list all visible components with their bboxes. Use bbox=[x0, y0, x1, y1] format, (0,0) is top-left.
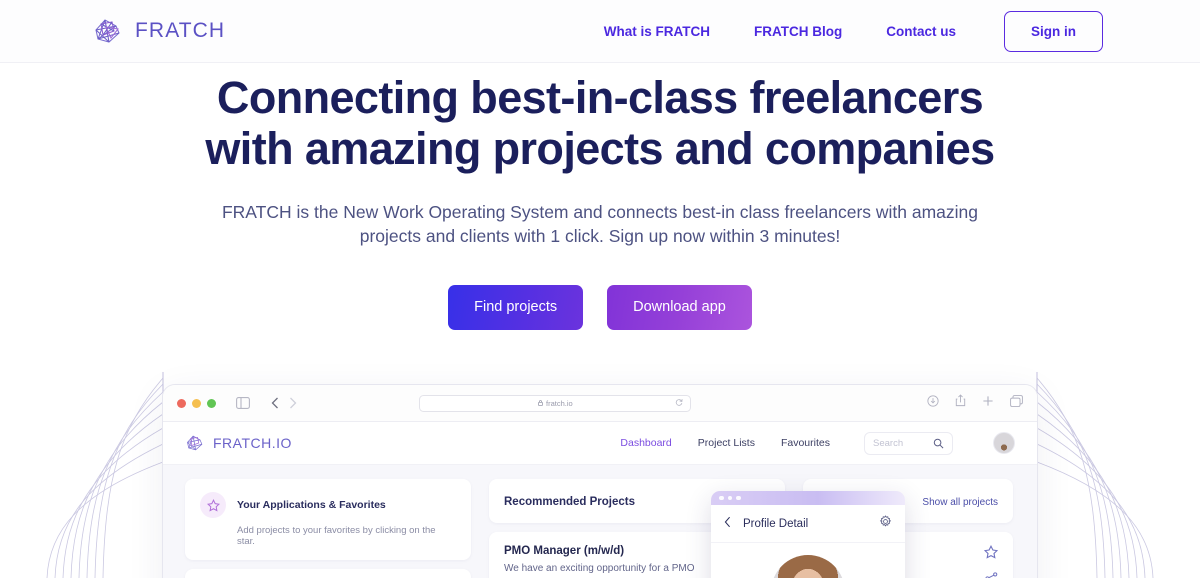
hero-subtitle: FRATCH is the New Work Operating System … bbox=[221, 202, 979, 246]
sidebar-toggle-icon[interactable] bbox=[236, 397, 250, 409]
lock-icon bbox=[538, 400, 543, 406]
maximize-window-dot[interactable] bbox=[736, 495, 741, 501]
browser-nav-arrows bbox=[271, 397, 297, 409]
download-app-button[interactable]: Download app bbox=[607, 285, 752, 330]
search-placeholder: Search bbox=[873, 437, 904, 449]
app-nav-project-lists[interactable]: Project Lists bbox=[698, 437, 755, 449]
application-list-item[interactable]: Product Manager Glass Fibre Products (m/… bbox=[185, 569, 471, 578]
favorites-card-header: Your Applications & Favorites bbox=[200, 492, 456, 518]
dashboard-column-left: Your Applications & Favorites Add projec… bbox=[185, 479, 471, 578]
app-nav-favourites[interactable]: Favourites bbox=[781, 437, 830, 449]
headline-line-1: Connecting best-in-class freelancers bbox=[216, 72, 984, 123]
app-brand-name: FRATCH.IO bbox=[213, 435, 292, 451]
sign-in-button[interactable]: Sign in bbox=[1004, 10, 1103, 52]
nav-link-what-is-fratch[interactable]: What is FRATCH bbox=[582, 24, 732, 39]
gear-icon[interactable] bbox=[879, 514, 892, 533]
maximize-window-dot[interactable] bbox=[207, 398, 216, 408]
profile-window-chrome bbox=[711, 491, 905, 505]
favorites-card-subtitle: Add projects to your favorites by clicki… bbox=[237, 525, 436, 547]
app-header: FRATCH.IO Dashboard Project Lists Favour… bbox=[163, 422, 1037, 465]
share-icon[interactable] bbox=[955, 394, 966, 412]
minimize-window-dot[interactable] bbox=[192, 398, 201, 408]
favorites-card: Your Applications & Favorites Add projec… bbox=[185, 479, 471, 560]
primary-nav-links: What is FRATCH FRATCH Blog Contact us Si… bbox=[582, 10, 1200, 52]
close-window-dot[interactable] bbox=[719, 495, 724, 501]
nav-link-fratch-blog[interactable]: FRATCH Blog bbox=[732, 24, 864, 39]
downloads-icon[interactable] bbox=[927, 394, 939, 412]
profile-detail-title: Profile Detail bbox=[743, 517, 809, 530]
tab-overview-icon[interactable] bbox=[1010, 394, 1023, 412]
headline-line-2: with amazing projects and companies bbox=[205, 123, 995, 174]
chevron-right-icon bbox=[289, 397, 297, 409]
hero-section: Connecting best-in-class freelancers wit… bbox=[0, 63, 1200, 330]
app-nav-links: Dashboard Project Lists Favourites Searc… bbox=[620, 431, 1015, 455]
show-all-projects-link[interactable]: Show all projects bbox=[922, 497, 998, 508]
search-icon[interactable] bbox=[933, 438, 944, 449]
url-text: fratch.io bbox=[545, 398, 573, 408]
url-text-wrap: fratch.io bbox=[538, 399, 573, 408]
browser-mockup: fratch.io FRATCH.IO Dashboard Project Li… bbox=[162, 384, 1038, 578]
nav-link-contact-us[interactable]: Contact us bbox=[864, 24, 978, 39]
brand-logo[interactable]: FRATCH bbox=[92, 15, 225, 47]
app-dashboard-body: Your Applications & Favorites Add projec… bbox=[163, 465, 1037, 578]
favorites-card-title: Your Applications & Favorites bbox=[237, 499, 386, 511]
app-brand-logo[interactable]: FRATCH.IO bbox=[185, 433, 292, 453]
chevron-left-icon[interactable] bbox=[724, 515, 731, 533]
app-nav-dashboard[interactable]: Dashboard bbox=[620, 437, 671, 449]
fratch-network-logo-icon bbox=[95, 19, 120, 43]
search-input[interactable]: Search bbox=[864, 431, 953, 455]
fratch-network-logo-icon bbox=[187, 435, 203, 451]
new-tab-icon[interactable] bbox=[982, 394, 994, 412]
profile-detail-header: Profile Detail bbox=[711, 505, 905, 543]
share-node-icon[interactable] bbox=[985, 572, 998, 578]
page-title: Connecting best-in-class freelancers wit… bbox=[0, 72, 1200, 174]
close-window-dot[interactable] bbox=[177, 398, 186, 408]
minimize-window-dot[interactable] bbox=[727, 495, 732, 501]
brand-name: FRATCH bbox=[135, 19, 226, 42]
recommended-projects-title: Recommended Projects bbox=[504, 496, 636, 508]
find-projects-button[interactable]: Find projects bbox=[448, 285, 584, 330]
top-navigation-bar: FRATCH What is FRATCH FRATCH Blog Contac… bbox=[0, 0, 1200, 63]
landing-page: FRATCH What is FRATCH FRATCH Blog Contac… bbox=[0, 0, 1200, 578]
profile-detail-body bbox=[711, 543, 905, 578]
star-outline-icon[interactable] bbox=[984, 545, 998, 559]
address-bar[interactable]: fratch.io bbox=[419, 394, 692, 412]
star-icon bbox=[200, 492, 226, 518]
profile-detail-window: Profile Detail bbox=[711, 491, 905, 578]
cta-button-row: Find projects Download app bbox=[0, 285, 1200, 330]
profile-photo bbox=[771, 555, 845, 578]
avatar[interactable] bbox=[993, 432, 1015, 454]
browser-toolbar-right bbox=[927, 394, 1023, 412]
reload-icon[interactable] bbox=[675, 398, 683, 408]
chevron-left-icon[interactable] bbox=[271, 397, 279, 409]
window-controls[interactable] bbox=[177, 398, 216, 408]
browser-chrome-bar: fratch.io bbox=[163, 385, 1037, 422]
